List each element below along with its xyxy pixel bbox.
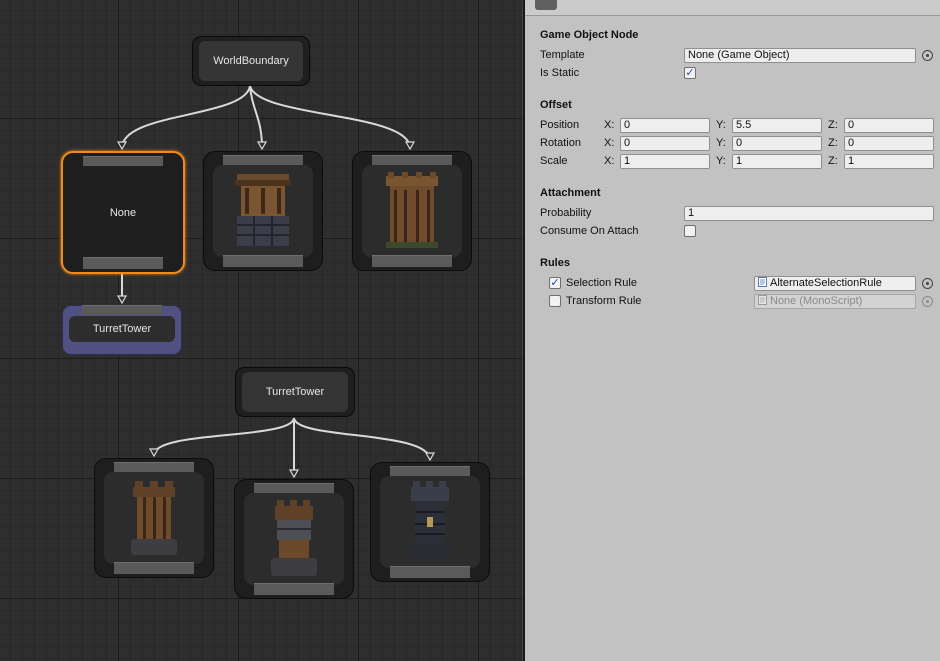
scale-z-label: Z: — [828, 155, 838, 167]
wood-stone-turret-thumbnail — [271, 500, 317, 576]
scale-label: Scale — [540, 155, 568, 167]
arrow-turrettower — [116, 295, 128, 305]
section-game-object-node: Game Object Node — [540, 29, 639, 41]
position-z-field[interactable]: 0 — [844, 118, 934, 133]
selection-rule-value: AlternateSelectionRule — [770, 277, 882, 289]
position-x-field[interactable]: 0 — [620, 118, 710, 133]
probability-field[interactable]: 1 — [684, 206, 934, 221]
thumbnail-frame — [213, 165, 313, 257]
none-node-label: None — [109, 206, 137, 219]
scale-x-field[interactable]: 1 — [620, 154, 710, 169]
arrow-tower3 — [148, 448, 160, 458]
template-field[interactable]: None (Game Object) — [684, 48, 916, 63]
rotation-y-label: Y: — [716, 137, 726, 149]
wire-turret-tower5 — [293, 417, 431, 461]
wood-turret-thumbnail — [131, 481, 177, 555]
arrow-none — [116, 141, 128, 151]
inspector-toolbar — [525, 0, 940, 16]
input-slot[interactable] — [82, 305, 162, 315]
wire-turret-tower3 — [153, 417, 295, 456]
rotation-z-label: Z: — [828, 137, 838, 149]
turret-tower-child-node[interactable]: TurretTower — [62, 305, 182, 355]
wooden-tower-stone-base-thumbnail — [235, 174, 291, 246]
selection-rule-label: Selection Rule — [566, 277, 637, 289]
tower-node-2[interactable] — [352, 151, 472, 271]
output-slot[interactable] — [114, 562, 194, 574]
position-z-label: Z: — [828, 119, 838, 131]
script-file-icon — [758, 277, 767, 287]
world-boundary-label: WorldBoundary — [199, 41, 303, 81]
transform-rule-label: Transform Rule — [566, 295, 642, 307]
world-boundary-node[interactable]: WorldBoundary — [192, 36, 310, 86]
turret-tower-child-label: TurretTower — [69, 316, 175, 342]
transform-rule-object-picker-icon[interactable] — [922, 296, 933, 307]
is-static-checkbox[interactable]: ✓ — [684, 67, 696, 79]
rotation-x-field[interactable]: 0 — [620, 136, 710, 151]
selection-rule-field[interactable]: AlternateSelectionRule — [754, 276, 916, 291]
wire-worldboundary-tower2 — [249, 85, 411, 149]
arrow-tower5 — [424, 452, 436, 462]
tower-node-5[interactable] — [370, 462, 490, 582]
consume-on-attach-label: Consume On Attach — [540, 225, 639, 237]
scale-z-field[interactable]: 1 — [844, 154, 934, 169]
transform-rule-checkbox[interactable] — [549, 295, 561, 307]
scale-y-label: Y: — [716, 155, 726, 167]
selection-rule-checkbox[interactable]: ✓ — [549, 277, 561, 289]
rotation-x-label: X: — [604, 137, 615, 149]
transform-rule-field[interactable]: None (MonoScript) — [754, 294, 916, 309]
inspector-tab-icon[interactable] — [535, 0, 557, 10]
thumbnail-frame — [244, 493, 344, 585]
arrow-tower1 — [256, 141, 268, 151]
section-offset: Offset — [540, 99, 572, 111]
section-rules: Rules — [540, 257, 570, 269]
inspector-panel: Game Object Node Template None (Game Obj… — [525, 0, 940, 661]
position-y-field[interactable]: 5.5 — [732, 118, 822, 133]
position-x-label: X: — [604, 119, 615, 131]
position-y-label: Y: — [716, 119, 726, 131]
scale-y-field[interactable]: 1 — [732, 154, 822, 169]
script-file-icon — [758, 295, 767, 305]
wire-worldboundary-none — [121, 85, 251, 149]
tower-node-1[interactable] — [203, 151, 323, 271]
wooden-tower-thumbnail — [386, 172, 438, 248]
output-slot[interactable] — [390, 566, 470, 578]
rotation-y-field[interactable]: 0 — [732, 136, 822, 151]
position-label: Position — [540, 119, 580, 131]
probability-label: Probability — [540, 207, 592, 219]
output-slot[interactable] — [372, 255, 452, 267]
turret-tower-root-node[interactable]: TurretTower — [235, 367, 355, 417]
section-attachment: Attachment — [540, 187, 601, 199]
rotation-label: Rotation — [540, 137, 581, 149]
graph-canvas[interactable]: WorldBoundary None TurretTower TurretTow… — [0, 0, 522, 661]
turret-tower-root-label: TurretTower — [242, 372, 348, 412]
tower-node-3[interactable] — [94, 458, 214, 578]
tower-node-4[interactable] — [234, 479, 354, 599]
output-slot[interactable] — [254, 583, 334, 595]
rotation-z-field[interactable]: 0 — [844, 136, 934, 151]
stone-turret-thumbnail — [409, 481, 451, 559]
thumbnail-frame — [104, 472, 204, 564]
arrow-tower4 — [288, 469, 300, 479]
selection-rule-object-picker-icon[interactable] — [922, 278, 933, 289]
thumbnail-frame — [380, 476, 480, 568]
arrow-tower2 — [404, 141, 416, 151]
template-object-picker-icon[interactable] — [922, 50, 933, 61]
is-static-label: Is Static — [540, 67, 580, 79]
output-slot[interactable] — [83, 257, 163, 269]
scale-x-label: X: — [604, 155, 615, 167]
consume-on-attach-checkbox[interactable] — [684, 225, 696, 237]
template-label: Template — [540, 49, 585, 61]
output-slot[interactable] — [223, 255, 303, 267]
none-node-body: None — [72, 166, 174, 259]
transform-rule-value: None (MonoScript) — [770, 295, 863, 307]
none-node[interactable]: None — [61, 151, 185, 274]
thumbnail-frame — [362, 165, 462, 257]
